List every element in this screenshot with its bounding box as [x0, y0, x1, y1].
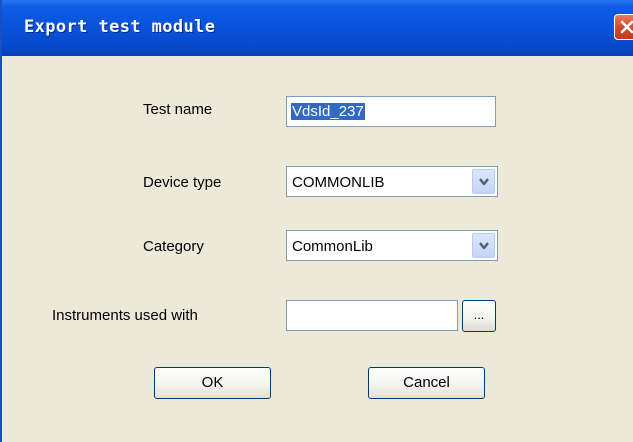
device-type-label: Device type	[143, 174, 222, 191]
instruments-input[interactable]	[286, 300, 458, 331]
ok-button[interactable]: OK	[154, 367, 271, 399]
instruments-label: Instruments used with	[52, 307, 198, 324]
title-bar[interactable]: Export test module	[2, 0, 633, 56]
browse-button[interactable]: ...	[462, 300, 496, 332]
dialog-title: Export test module	[24, 17, 216, 37]
category-select[interactable]: CommonLib	[286, 230, 498, 261]
test-name-value: VdsId_237	[291, 103, 365, 120]
close-icon	[620, 20, 633, 34]
test-name-label: Test name	[143, 101, 213, 118]
chevron-down-icon	[479, 178, 489, 186]
category-value: CommonLib	[292, 238, 373, 255]
device-type-select[interactable]: COMMONLIB	[286, 166, 498, 197]
cancel-button[interactable]: Cancel	[368, 367, 485, 399]
test-name-input[interactable]: VdsId_237	[286, 96, 496, 127]
export-dialog: Export test module Test name VdsId_237 D…	[0, 0, 633, 442]
category-label: Category	[143, 238, 204, 255]
close-button[interactable]	[614, 14, 633, 40]
chevron-down-icon	[479, 242, 489, 250]
category-dropdown-button[interactable]	[472, 233, 495, 258]
device-type-value: COMMONLIB	[292, 174, 385, 191]
device-type-dropdown-button[interactable]	[472, 169, 495, 194]
